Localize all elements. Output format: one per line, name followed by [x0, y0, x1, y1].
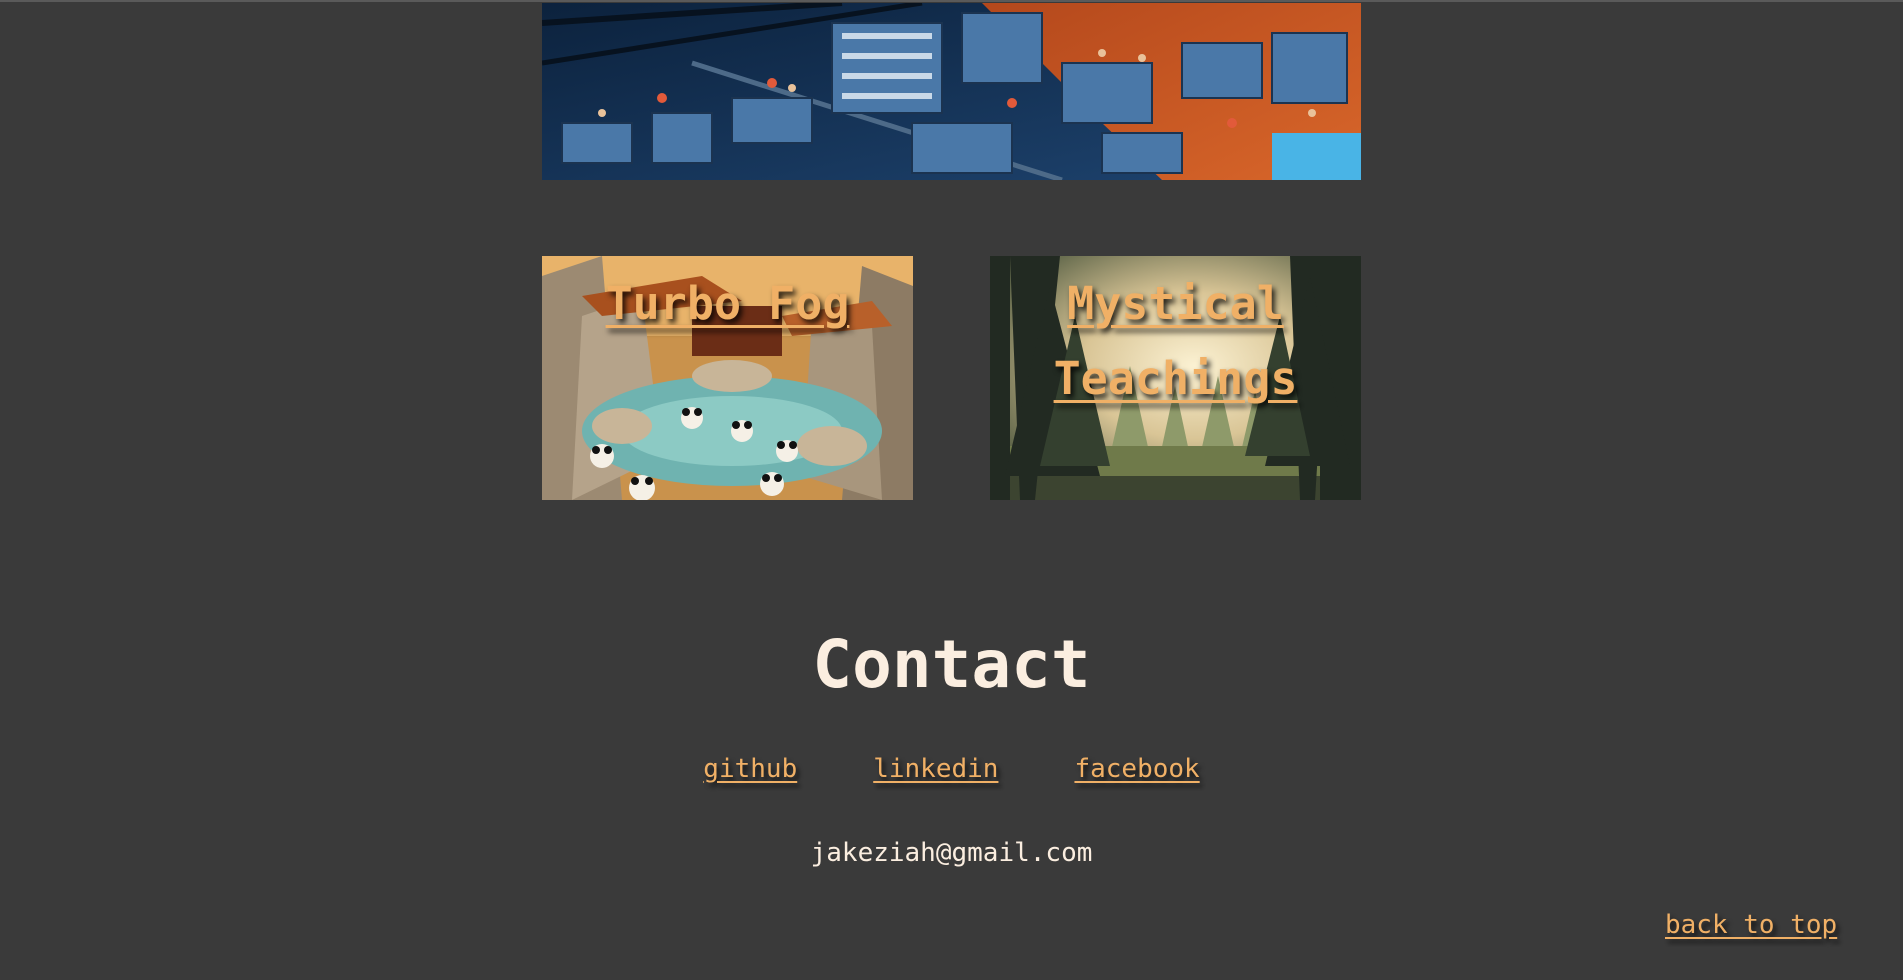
office-illustration	[542, 3, 1361, 180]
back-to-top-link[interactable]: back to top	[1665, 908, 1837, 942]
project-card-mystical-teachings[interactable]: Mystical Teachings	[990, 256, 1361, 500]
facebook-link[interactable]: facebook	[1074, 752, 1199, 786]
project-card-turbo-fog[interactable]: Turbo Fog	[542, 256, 913, 500]
project-title-turbo-fog[interactable]: Turbo Fog	[542, 266, 913, 341]
github-link[interactable]: github	[703, 752, 797, 786]
social-links: github linkedin facebook	[0, 752, 1903, 786]
office-banner-image	[542, 3, 1361, 180]
linkedin-link[interactable]: linkedin	[873, 752, 998, 786]
project-title-mystical-teachings[interactable]: Mystical Teachings	[990, 266, 1361, 416]
contact-email: jakeziah@gmail.com	[810, 838, 1093, 868]
top-rule	[0, 0, 1903, 2]
contact-heading: Contact	[812, 626, 1091, 703]
